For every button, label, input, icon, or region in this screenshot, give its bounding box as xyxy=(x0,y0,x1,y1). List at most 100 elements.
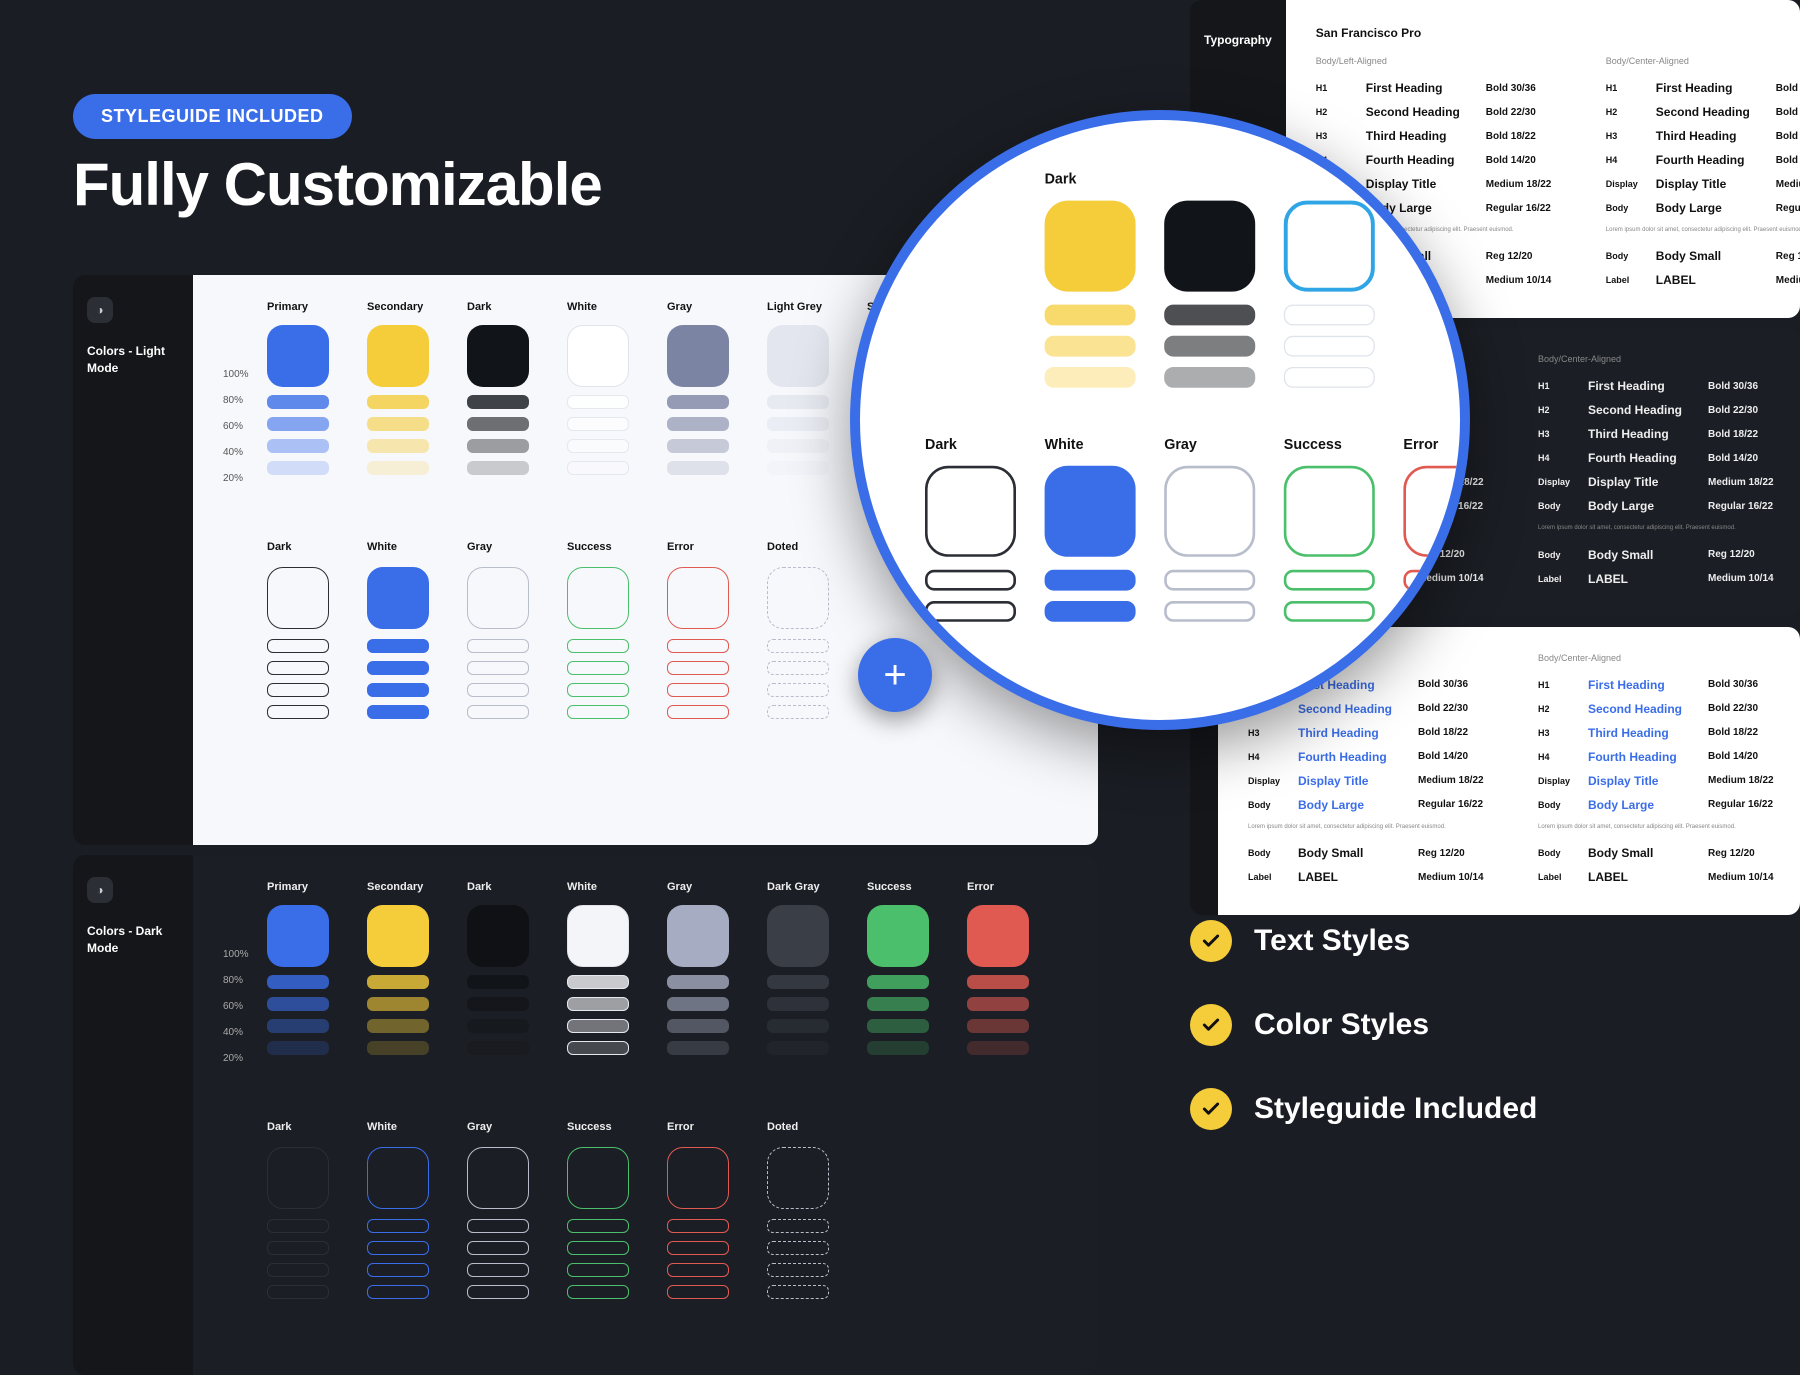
typo-subheading: Body/Left-Aligned xyxy=(1316,56,1576,66)
border-swatch xyxy=(767,639,829,653)
check-icon xyxy=(1190,1004,1232,1046)
border-column-header: Gray xyxy=(467,541,567,553)
border-column-header: Success xyxy=(567,541,667,553)
typo-level: Body xyxy=(1538,550,1578,560)
typo-spec: Bold 22/30 xyxy=(1708,703,1798,714)
typo-spec: Bold 22/30 xyxy=(1418,703,1508,714)
border-swatch xyxy=(667,1263,729,1277)
color-swatch xyxy=(467,325,529,387)
typo-level: H3 xyxy=(1538,429,1578,439)
border-column-header: Doted xyxy=(767,541,867,553)
typo-row: BodyBody SmallReg 12/20 xyxy=(1606,244,1800,268)
border-swatch xyxy=(667,661,729,675)
mag-swatch xyxy=(1284,367,1375,388)
border-swatch xyxy=(467,1285,529,1299)
typo-spec: Reg 12/20 xyxy=(1708,848,1798,859)
border-column-header: Dark xyxy=(267,1121,367,1133)
mag-border-swatch xyxy=(1045,466,1136,557)
color-swatch xyxy=(667,1041,729,1055)
typo-row: H4Fourth HeadingBold 14/20 xyxy=(1538,446,1798,470)
typo-row: LabelLABELMedium 10/14 xyxy=(1538,865,1798,889)
typo-name: Second Heading xyxy=(1298,702,1408,716)
color-swatch xyxy=(367,997,429,1011)
palette-icon: ◑ xyxy=(87,877,113,903)
color-column-header: Gray xyxy=(667,881,767,893)
typo-spec: Reg 12/20 xyxy=(1418,848,1508,859)
typo-name: LABEL xyxy=(1656,273,1766,287)
mag-swatch xyxy=(1164,201,1255,292)
typo-row: H4Fourth HeadingBold 14/20 xyxy=(1606,148,1800,172)
mag-swatch xyxy=(1045,201,1136,292)
border-swatch xyxy=(367,1147,429,1209)
feature-label: Styleguide Included xyxy=(1254,1092,1537,1126)
typo-subheading: Body/Center-Aligned xyxy=(1538,653,1798,663)
border-swatch xyxy=(767,1147,829,1209)
pct-80: 80% xyxy=(223,387,267,413)
border-swatch xyxy=(467,567,529,629)
border-swatch xyxy=(767,705,829,719)
border-swatch xyxy=(667,1219,729,1233)
border-swatch xyxy=(267,1219,329,1233)
check-icon xyxy=(1190,920,1232,962)
palette-icon: ◑ xyxy=(87,297,113,323)
color-swatch xyxy=(467,905,529,967)
typo-level: H2 xyxy=(1538,704,1578,714)
typo-spec: Bold 22/30 xyxy=(1708,405,1798,416)
border-swatch xyxy=(267,639,329,653)
border-swatch xyxy=(367,567,429,629)
typo-row: H1First HeadingBold 30/36 xyxy=(1538,673,1798,697)
border-swatch xyxy=(667,1147,729,1209)
typo-name: Fourth Heading xyxy=(1588,750,1698,764)
typo-row: BodyBody LargeRegular 16/22 xyxy=(1538,494,1798,518)
feature-label: Text Styles xyxy=(1254,924,1410,958)
border-swatch xyxy=(567,661,629,675)
colors-dark-panel: ◑ Colors - Dark Mode 100% 80% 60% 40% 20… xyxy=(73,855,1098,1375)
color-swatch xyxy=(567,997,629,1011)
color-column-header: Gray xyxy=(667,301,767,313)
border-swatch xyxy=(267,705,329,719)
typo-subheading: Body/Center-Aligned xyxy=(1538,354,1798,364)
color-swatch xyxy=(467,439,529,453)
color-swatch xyxy=(767,1041,829,1055)
typo-name: Body Large xyxy=(1656,201,1766,215)
mag-swatch xyxy=(1045,336,1136,357)
typo-spec: Bold 18/22 xyxy=(1776,131,1800,142)
typo-spec: Medium 18/22 xyxy=(1418,775,1508,786)
typo-name: LABEL xyxy=(1588,572,1698,586)
color-swatch xyxy=(367,439,429,453)
color-swatch xyxy=(767,1019,829,1033)
feature-styleguide: Styleguide Included xyxy=(1190,1088,1537,1130)
typo-name: Second Heading xyxy=(1366,105,1476,119)
color-swatch xyxy=(467,417,529,431)
typo-spec: Medium 18/22 xyxy=(1486,179,1576,190)
color-swatch xyxy=(967,1041,1029,1055)
typo-row: BodyBody SmallReg 12/20 xyxy=(1538,841,1798,865)
typo-level: H2 xyxy=(1316,107,1356,117)
feature-label: Color Styles xyxy=(1254,1008,1429,1042)
feature-text-styles: Text Styles xyxy=(1190,920,1537,962)
typo-row: BodyBody LargeRegular 16/22 xyxy=(1538,793,1798,817)
typo-name: Second Heading xyxy=(1588,403,1698,417)
typo-name: Body Large xyxy=(1588,798,1698,812)
color-swatch xyxy=(567,1019,629,1033)
border-swatch xyxy=(267,1285,329,1299)
border-swatch xyxy=(467,1241,529,1255)
color-swatch xyxy=(967,1019,1029,1033)
color-swatch xyxy=(867,905,929,967)
mag-border-header: Gray xyxy=(1164,437,1284,453)
border-swatch xyxy=(367,705,429,719)
typo-spec: Regular 16/22 xyxy=(1418,799,1508,810)
border-swatch xyxy=(767,1241,829,1255)
color-column-header: White xyxy=(567,301,667,313)
typo-name: Body Large xyxy=(1298,798,1408,812)
color-swatch xyxy=(267,439,329,453)
mag-border-swatch xyxy=(1164,601,1255,622)
mag-border-swatch xyxy=(1284,466,1375,557)
border-column-header: Dark xyxy=(267,541,367,553)
paragraph-filler: Lorem ipsum dolor sit amet, consectetur … xyxy=(1538,524,1798,532)
typo-row: DisplayDisplay TitleMedium 18/22 xyxy=(1538,470,1798,494)
typo-spec: Bold 30/36 xyxy=(1708,381,1798,392)
border-column-header: Error xyxy=(667,541,767,553)
border-swatch xyxy=(267,683,329,697)
border-swatch xyxy=(567,1263,629,1277)
